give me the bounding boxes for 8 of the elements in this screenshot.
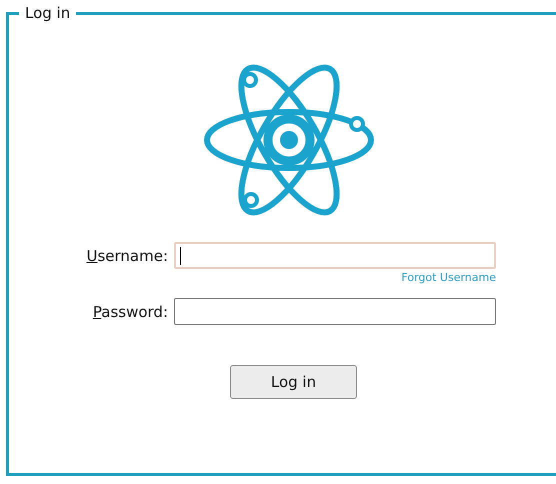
username-field[interactable] [174,242,496,269]
field-label: Password: [92,302,168,320]
panel-title: Log in [24,4,72,22]
password-field[interactable] [174,298,496,325]
atom-icon [201,62,377,218]
text-cursor [180,246,181,264]
field-label: Username: [86,246,168,264]
login-button[interactable]: Log in [230,365,357,399]
